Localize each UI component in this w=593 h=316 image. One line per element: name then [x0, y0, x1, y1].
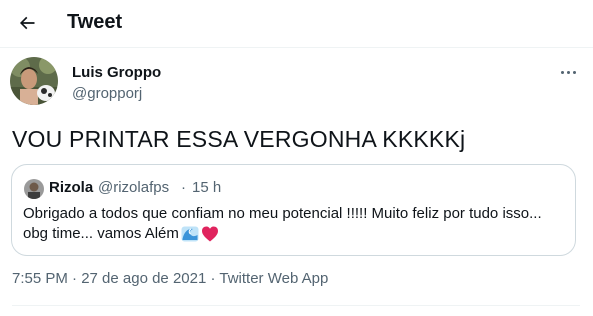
- more-options-button[interactable]: [555, 62, 581, 82]
- quoted-author-avatar[interactable]: [24, 179, 44, 199]
- back-button[interactable]: [12, 8, 42, 38]
- divider: [12, 305, 580, 306]
- author-avatar[interactable]: [10, 57, 58, 105]
- quoted-author-name[interactable]: Rizola: [49, 179, 93, 196]
- quoted-separator: ·: [181, 179, 186, 196]
- more-dot: [566, 70, 570, 74]
- water-wave-icon: [181, 226, 199, 242]
- quoted-text-line2: obg time... vamos Além: [23, 225, 179, 242]
- author-name[interactable]: Luis Groppo: [72, 64, 161, 81]
- quoted-time[interactable]: 15 h: [192, 179, 221, 196]
- quoted-tweet[interactable]: Rizola @rizolafps · 15 h Obrigado a todo…: [11, 164, 576, 256]
- author-handle[interactable]: @gropporj: [72, 85, 142, 102]
- quoted-text-line2-container: obg time... vamos Além: [23, 224, 573, 244]
- tweet-text: VOU PRINTAR ESSA VERGONHA KKKKKj: [12, 126, 466, 152]
- page-title: Tweet: [67, 11, 123, 33]
- tweet-timestamp[interactable]: 7:55 PM · 27 de ago de 2021 · Twitter We…: [12, 270, 328, 287]
- more-dot: [572, 70, 576, 74]
- tweet-header: Tweet: [0, 0, 593, 48]
- red-heart-icon: [201, 226, 218, 242]
- quoted-author-handle[interactable]: @rizolafps: [98, 179, 169, 196]
- quoted-text: Obrigado a todos que confiam no meu pote…: [23, 204, 573, 244]
- quoted-text-line1: Obrigado a todos que confiam no meu pote…: [23, 205, 542, 222]
- arrow-left-icon: [19, 16, 35, 30]
- more-dot: [560, 70, 564, 74]
